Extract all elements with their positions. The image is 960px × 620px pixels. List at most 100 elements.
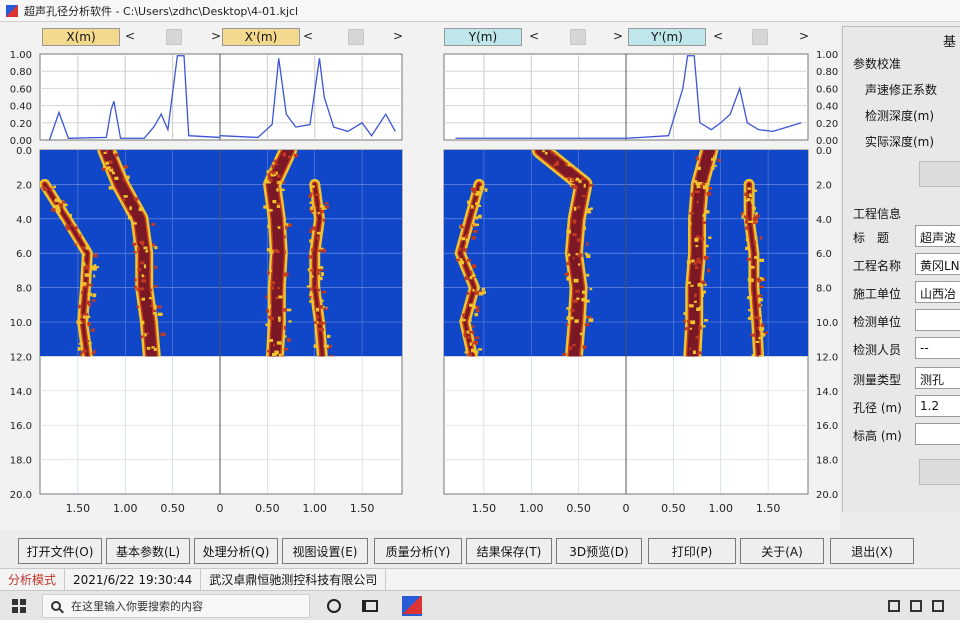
waveform-tick-label: 1.00 bbox=[816, 50, 838, 61]
wall-band-speckle bbox=[694, 266, 699, 270]
secondary-band-speckle bbox=[77, 304, 82, 309]
wall-band-speckle bbox=[711, 166, 715, 170]
secondary-band-speckle bbox=[83, 267, 88, 270]
wall-band-speckle bbox=[146, 332, 149, 335]
hole-diameter-field[interactable]: 1.2 bbox=[915, 395, 960, 417]
secondary-band-speckle bbox=[321, 299, 324, 302]
title-label: 标 题 bbox=[853, 231, 890, 245]
panel-tab-title[interactable]: 基 bbox=[943, 31, 956, 50]
wall-band-speckle bbox=[689, 212, 695, 215]
open-file-button[interactable]: 打开文件(O) bbox=[18, 538, 102, 564]
wall-band-speckle bbox=[122, 198, 126, 202]
view-settings-button[interactable]: 视图设置(E) bbox=[282, 538, 368, 564]
secondary-band-speckle bbox=[466, 291, 470, 295]
wall-band-speckle bbox=[586, 242, 589, 246]
inspector-field[interactable]: -- bbox=[915, 337, 960, 359]
wall-band-speckle bbox=[286, 338, 292, 342]
secondary-band-speckle bbox=[93, 253, 98, 258]
secondary-band-speckle bbox=[756, 214, 760, 218]
cortana-icon[interactable] bbox=[327, 599, 341, 613]
wall-band-speckle bbox=[267, 173, 271, 177]
calibrate-button[interactable] bbox=[919, 161, 960, 187]
basic-params-button[interactable]: 基本参数(L) bbox=[106, 538, 190, 564]
secondary-band-speckle bbox=[309, 229, 312, 234]
wall-band-speckle bbox=[542, 150, 545, 153]
preview-3d-button[interactable]: 3D预览(D) bbox=[556, 538, 642, 564]
app-icon bbox=[6, 4, 18, 17]
wall-band-speckle bbox=[706, 191, 711, 196]
secondary-band-speckle bbox=[758, 297, 763, 302]
taskbar-search-input[interactable]: 在这里输入你要搜索的内容 bbox=[42, 594, 310, 618]
waveform-tick-label: 0.80 bbox=[816, 67, 838, 78]
wall-band-speckle bbox=[123, 165, 128, 169]
wall-band-speckle bbox=[570, 309, 575, 312]
panel-apply-button[interactable] bbox=[919, 459, 960, 485]
secondary-band-speckle bbox=[754, 236, 758, 239]
wall-band-speckle bbox=[281, 188, 285, 192]
wall-band-speckle bbox=[276, 174, 281, 178]
wall-band-speckle bbox=[265, 323, 271, 326]
tray-icon[interactable] bbox=[932, 600, 944, 612]
distance-tick-label: 0.50 bbox=[160, 502, 185, 515]
app-taskbar-icon[interactable] bbox=[402, 596, 422, 616]
exit-button[interactable]: 退出(X) bbox=[830, 538, 914, 564]
waveform-frame bbox=[39, 53, 403, 141]
secondary-band-speckle bbox=[750, 333, 755, 337]
wall-band-speckle bbox=[704, 244, 709, 248]
wall-band-speckle bbox=[564, 162, 567, 166]
project-name-field[interactable]: 黄冈LN bbox=[915, 253, 960, 275]
secondary-band-speckle bbox=[757, 317, 761, 320]
wall-band-speckle bbox=[284, 272, 289, 277]
secondary-band-speckle bbox=[750, 194, 753, 198]
about-button[interactable]: 关于(A) bbox=[740, 538, 824, 564]
wall-band-speckle bbox=[141, 297, 146, 301]
secondary-band-speckle bbox=[467, 353, 473, 357]
secondary-band-speckle bbox=[322, 248, 327, 253]
wall-band-speckle bbox=[283, 235, 286, 239]
distance-tick-label: 1.50 bbox=[472, 502, 497, 515]
wall-band-speckle bbox=[566, 307, 570, 310]
task-view-icon[interactable] bbox=[362, 600, 378, 612]
wall-band-speckle bbox=[140, 261, 145, 265]
wall-band-speckle bbox=[268, 315, 272, 319]
secondary-band-speckle bbox=[753, 221, 758, 224]
distance-tick-label: 1.00 bbox=[113, 502, 138, 515]
secondary-band-speckle bbox=[65, 224, 69, 228]
wall-band-speckle bbox=[111, 171, 116, 175]
secondary-band-speckle bbox=[484, 188, 488, 192]
secondary-band-speckle bbox=[476, 285, 479, 289]
secondary-band-speckle bbox=[479, 186, 485, 190]
print-button[interactable]: 打印(P) bbox=[648, 538, 736, 564]
measure-type-select[interactable]: 测孔 bbox=[915, 367, 960, 389]
wall-band-speckle bbox=[702, 213, 706, 217]
wall-band-speckle bbox=[579, 332, 584, 336]
inspect-unit-field[interactable] bbox=[915, 309, 960, 331]
depth-tick-label: 20.0 bbox=[10, 490, 32, 501]
secondary-band-speckle bbox=[82, 285, 87, 289]
tray-icon[interactable] bbox=[910, 600, 922, 612]
secondary-band-speckle bbox=[85, 315, 91, 319]
main-toolbar: 打开文件(O) 基本参数(L) 处理分析(Q) 视图设置(E) 质量分析(Y) … bbox=[0, 534, 960, 568]
windows-start-icon[interactable] bbox=[12, 599, 26, 613]
construct-unit-field[interactable]: 山西冶 bbox=[915, 281, 960, 303]
wall-band-speckle bbox=[581, 290, 586, 294]
save-result-button[interactable]: 结果保存(T) bbox=[466, 538, 552, 564]
secondary-band-speckle bbox=[77, 234, 82, 237]
wall-band-speckle bbox=[156, 305, 162, 309]
distance-tick-label: 0.50 bbox=[661, 502, 686, 515]
quality-analysis-button[interactable]: 质量分析(Y) bbox=[374, 538, 462, 564]
wall-band-speckle bbox=[571, 177, 574, 182]
tray-icon[interactable] bbox=[888, 600, 900, 612]
distance-tick-label: 0.50 bbox=[255, 502, 280, 515]
wall-band-speckle bbox=[272, 199, 277, 204]
title-field[interactable]: 超声波 bbox=[915, 225, 960, 247]
process-analysis-button[interactable]: 处理分析(Q) bbox=[194, 538, 278, 564]
secondary-band-speckle bbox=[747, 187, 751, 190]
secondary-band-speckle bbox=[759, 258, 765, 262]
secondary-band-speckle bbox=[745, 217, 749, 221]
elevation-field[interactable] bbox=[915, 423, 960, 445]
secondary-band-speckle bbox=[761, 278, 765, 281]
wall-band-speckle bbox=[273, 173, 276, 177]
wall-band-speckle bbox=[137, 267, 142, 271]
secondary-band-speckle bbox=[472, 324, 475, 328]
